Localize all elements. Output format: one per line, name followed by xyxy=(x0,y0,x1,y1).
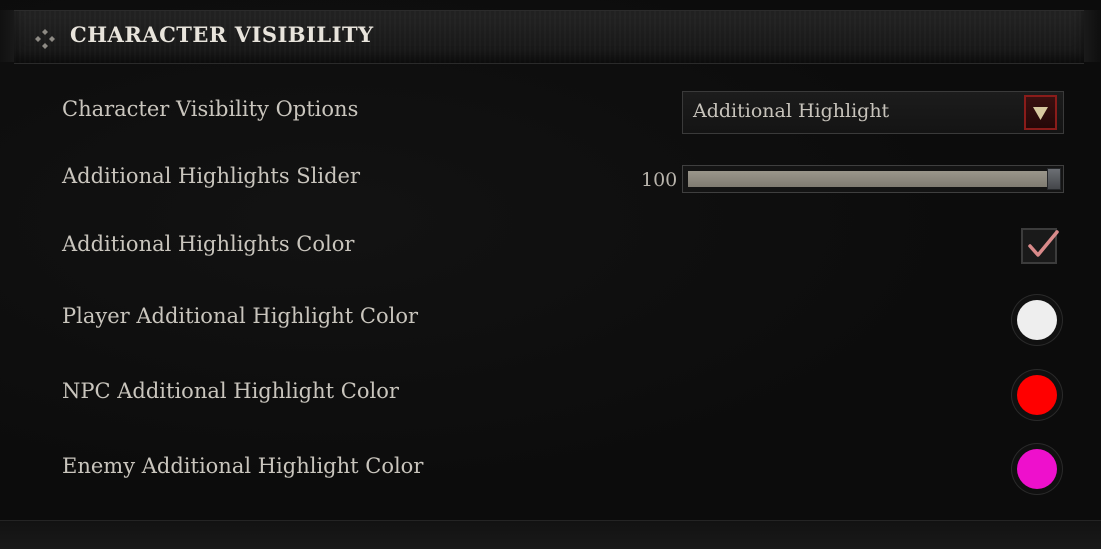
npc-color-swatch[interactable] xyxy=(1017,375,1057,415)
player-color-label: Player Additional Highlight Color xyxy=(62,304,418,328)
checkmark-icon xyxy=(1028,230,1059,257)
header-edge-right xyxy=(1084,10,1100,62)
enemy-color-swatch[interactable] xyxy=(1017,449,1057,489)
dropdown-selected-value: Additional Highlight xyxy=(693,100,890,122)
bottom-divider xyxy=(0,520,1101,549)
settings-panel: CHARACTER VISIBILITY Character Visibilit… xyxy=(0,0,1101,549)
slider-handle[interactable] xyxy=(1047,168,1061,190)
player-color-swatch[interactable] xyxy=(1017,300,1057,340)
enemy-color-swatch-frame[interactable] xyxy=(1012,444,1062,494)
highlights-slider-label: Additional Highlights Slider xyxy=(62,164,361,188)
slider-value-readout: 100 xyxy=(641,169,678,191)
npc-color-label: NPC Additional Highlight Color xyxy=(62,379,399,403)
player-color-swatch-frame[interactable] xyxy=(1012,295,1062,345)
visibility-options-dropdown[interactable]: Additional Highlight xyxy=(682,91,1064,134)
dropdown-arrow-icon xyxy=(1033,107,1048,120)
enemy-color-label: Enemy Additional Highlight Color xyxy=(62,454,424,478)
diamond-cluster-icon xyxy=(35,29,55,49)
dropdown-toggle-button[interactable] xyxy=(1024,95,1057,130)
npc-color-swatch-frame[interactable] xyxy=(1012,370,1062,420)
visibility-options-label: Character Visibility Options xyxy=(62,97,359,121)
slider-fill xyxy=(688,171,1048,187)
highlights-color-label: Additional Highlights Color xyxy=(62,232,355,256)
highlights-slider[interactable] xyxy=(682,165,1064,193)
highlights-color-checkbox[interactable] xyxy=(1021,228,1059,264)
section-title: CHARACTER VISIBILITY xyxy=(70,22,374,47)
